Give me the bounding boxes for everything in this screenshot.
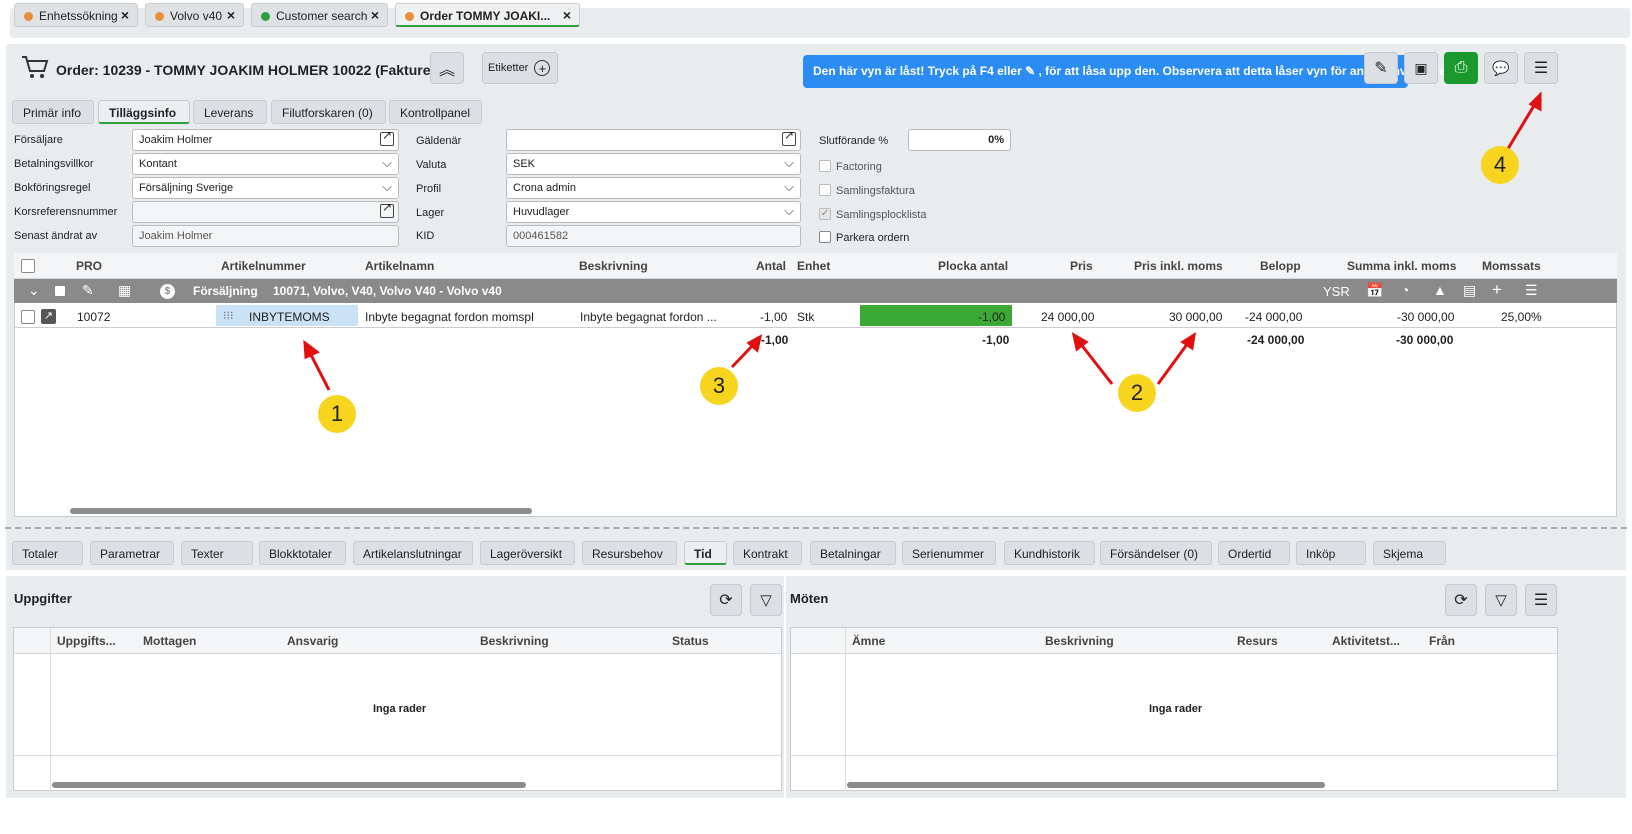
tab-kontrakt[interactable]: Kontrakt (733, 541, 802, 565)
tab-serienummer[interactable]: Serienummer (902, 541, 996, 565)
annotation-badge: 2 (1118, 374, 1156, 412)
menu-button[interactable]: ☰ (1525, 584, 1557, 616)
refresh-button[interactable]: ⟳ (1445, 584, 1477, 616)
moten-title: Möten (790, 591, 829, 606)
tab-ordertid[interactable]: Ordertid (1218, 541, 1290, 565)
refresh-icon: ⟳ (719, 592, 733, 609)
col-amne[interactable]: Ämne (852, 634, 885, 648)
tab-skjema[interactable]: Skjema (1373, 541, 1446, 565)
annotation-badge: 4 (1481, 146, 1519, 184)
tab-inkop[interactable]: Inköp (1296, 541, 1366, 565)
col-status[interactable]: Status (672, 634, 709, 648)
tab-forsandelser[interactable]: Försändelser (0) (1100, 541, 1212, 565)
col-mottagen[interactable]: Mottagen (143, 634, 196, 648)
filter-button[interactable]: ▽ (750, 584, 782, 616)
col-uppgiftstyp[interactable]: Uppgifts... (57, 634, 116, 648)
col-resurs[interactable]: Resurs (1237, 634, 1278, 648)
annotation-badge: 1 (318, 395, 356, 433)
filter-button[interactable]: ▽ (1485, 584, 1517, 616)
tab-tid[interactable]: Tid (684, 541, 727, 565)
col-aktivitetstyp[interactable]: Aktivitetst... (1332, 634, 1400, 648)
col-ansvarig[interactable]: Ansvarig (287, 634, 338, 648)
tab-betalningar[interactable]: Betalningar (810, 541, 896, 565)
row-divider (791, 755, 1557, 756)
tab-kundhistorik[interactable]: Kundhistorik (1004, 541, 1095, 565)
column-divider (50, 628, 51, 791)
tab-blokktotaler[interactable]: Blokktotaler (259, 541, 346, 565)
hamburger-icon: ☰ (1533, 592, 1549, 609)
filter-icon: ▽ (1495, 592, 1507, 609)
tab-lageroversikt[interactable]: Lageröversikt (480, 541, 575, 565)
tab-resursbehov[interactable]: Resursbehov (582, 541, 677, 565)
splitter[interactable] (5, 527, 1627, 529)
empty-message: Inga rader (1149, 703, 1203, 715)
col-beskrivning[interactable]: Beskrivning (1045, 634, 1114, 648)
annotation-badge: 3 (700, 367, 738, 405)
uppgifter-title: Uppgifter (14, 591, 72, 606)
uppgifter-header (14, 628, 781, 654)
refresh-button[interactable]: ⟳ (710, 584, 742, 616)
empty-message: Inga rader (373, 703, 427, 715)
col-fran[interactable]: Från (1429, 634, 1455, 648)
column-divider (845, 628, 846, 791)
tab-parametrar[interactable]: Parametrar (90, 541, 174, 565)
tab-artikelanslutningar[interactable]: Artikelanslutningar (353, 541, 473, 565)
row-divider (14, 755, 781, 756)
tab-texter[interactable]: Texter (181, 541, 253, 565)
refresh-icon: ⟳ (1454, 592, 1468, 609)
tab-totaler[interactable]: Totaler (12, 541, 83, 565)
filter-icon: ▽ (760, 592, 772, 609)
col-beskrivning[interactable]: Beskrivning (480, 634, 549, 648)
horizontal-scrollbar[interactable] (52, 782, 526, 788)
horizontal-scrollbar[interactable] (847, 782, 1325, 788)
